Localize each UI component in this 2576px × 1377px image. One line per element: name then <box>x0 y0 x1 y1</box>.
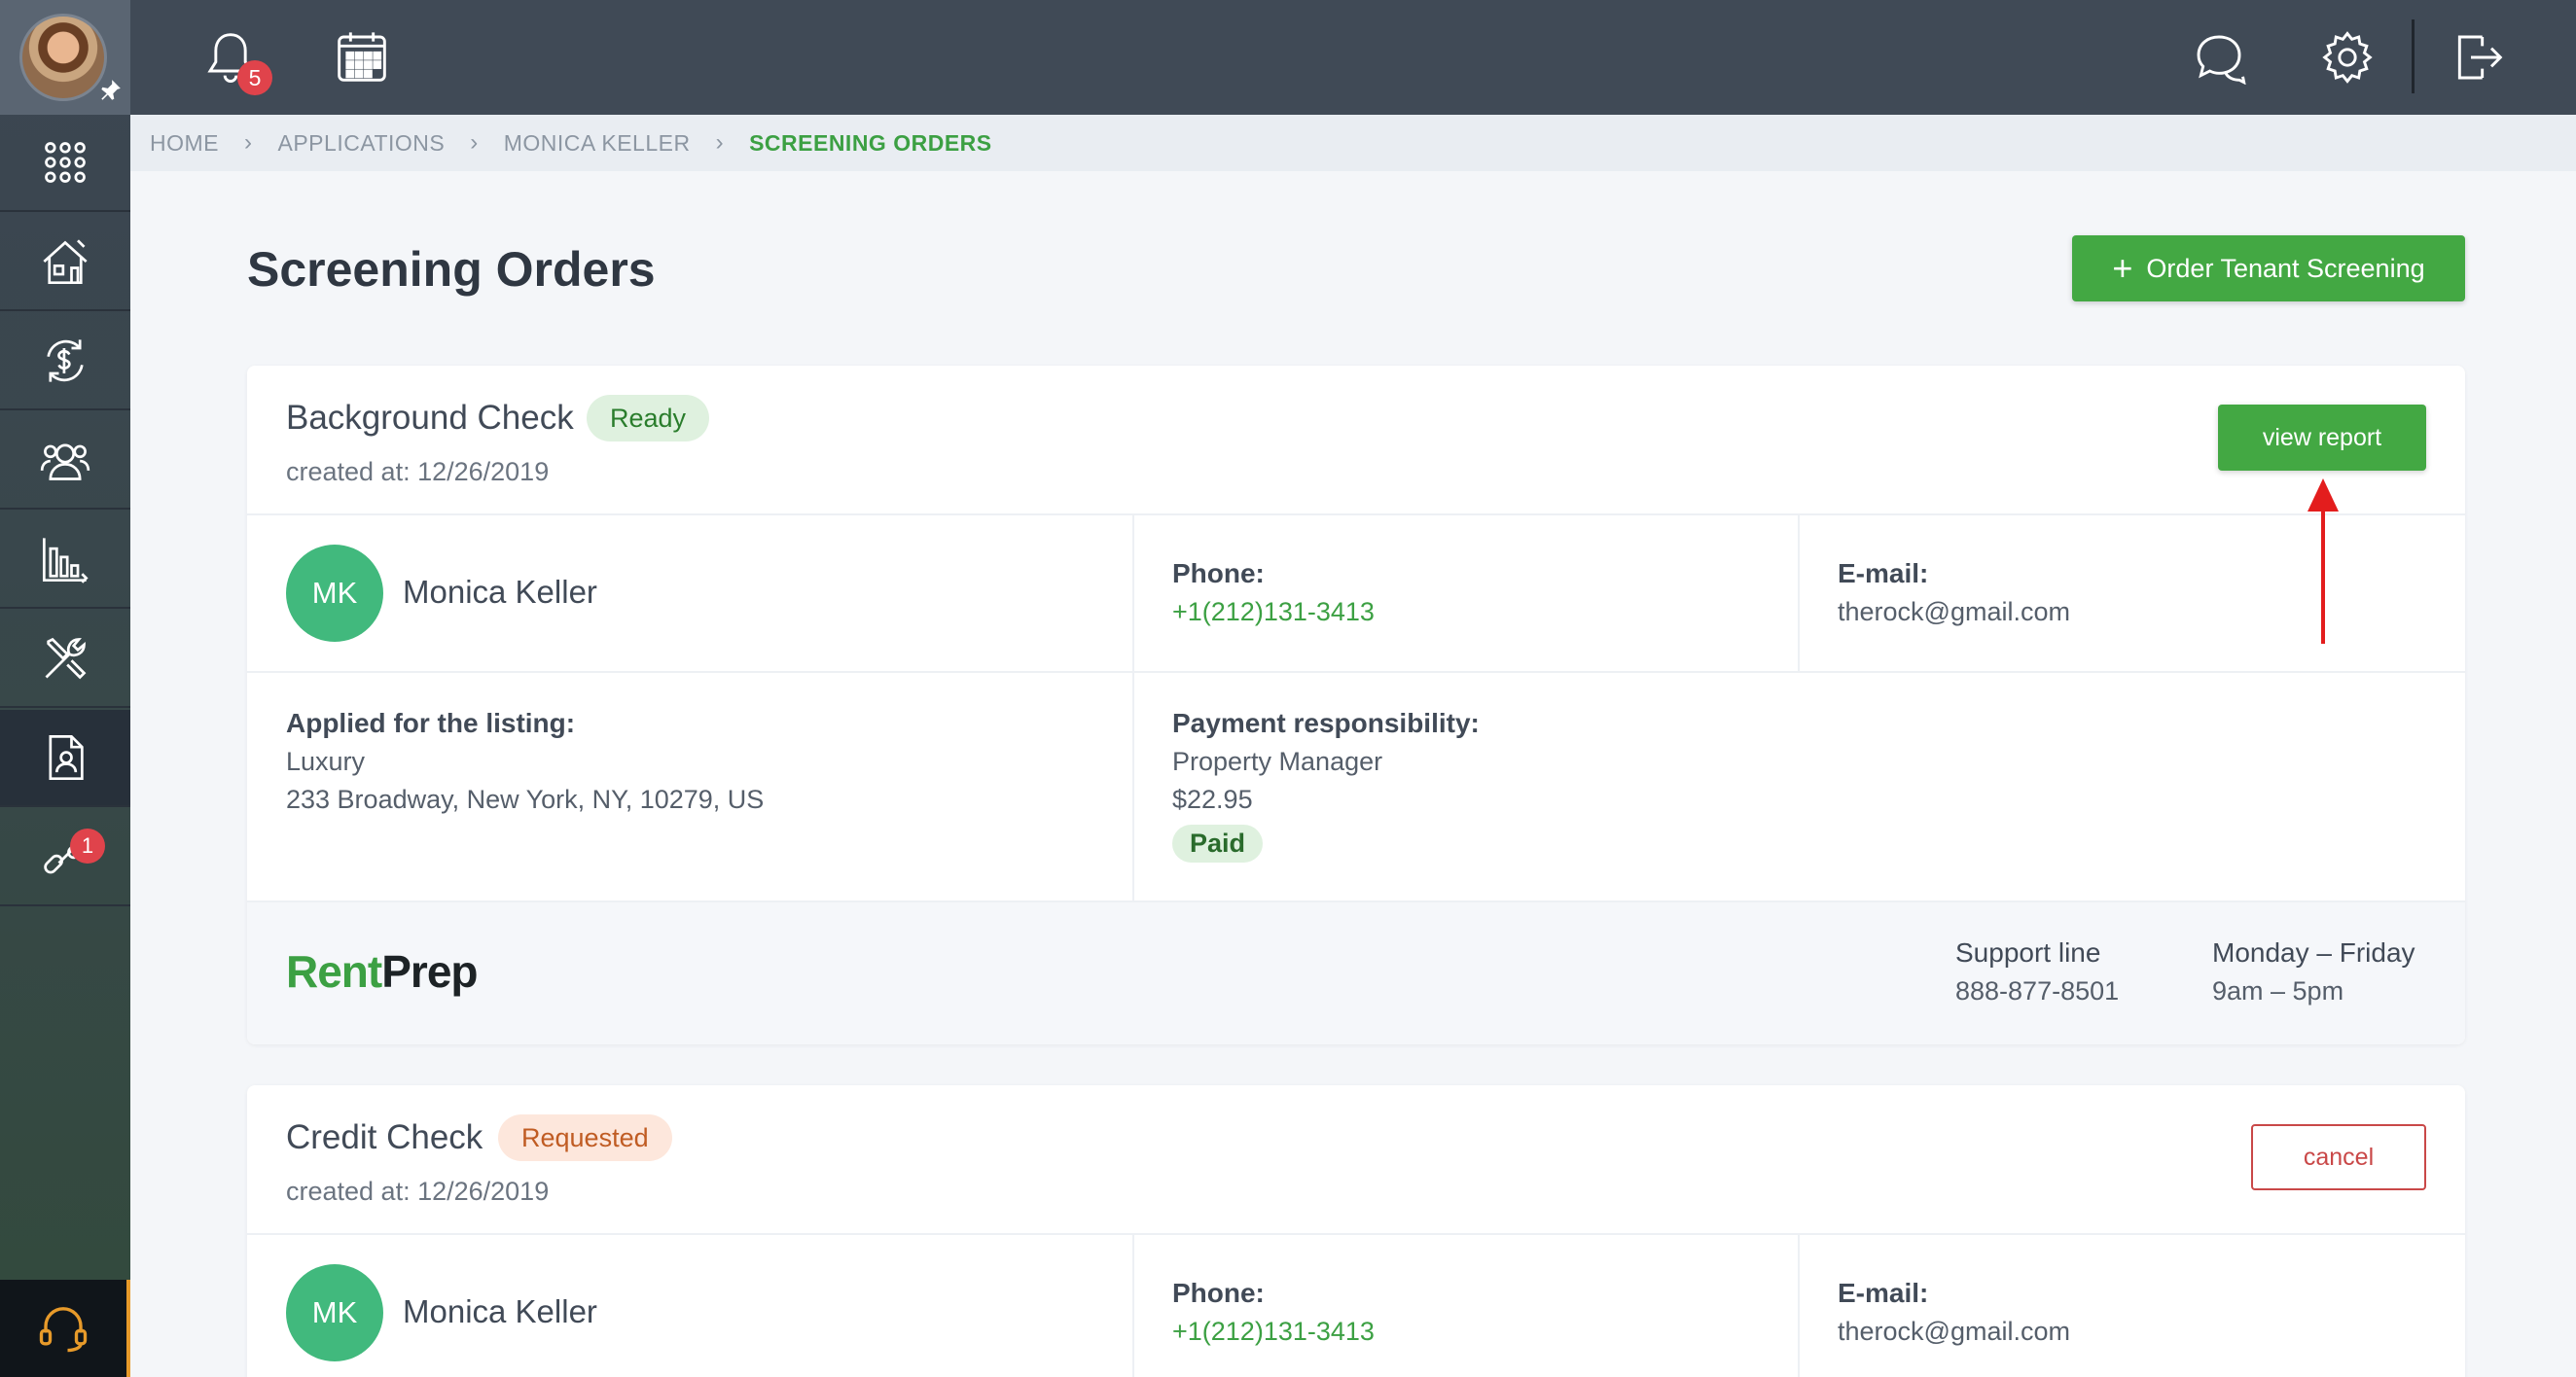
contact-row: MK Monica Keller Phone: +1(212)131-3413 … <box>247 515 2465 673</box>
breadcrumb-home[interactable]: HOME <box>150 130 219 157</box>
phone-block: Phone: +1(212)131-3413 <box>1172 1278 1375 1377</box>
divider <box>1132 1235 1134 1377</box>
applicant-document-icon <box>49 734 84 781</box>
status-badge: Ready <box>587 395 710 441</box>
top-bar: 5 <box>130 0 2576 115</box>
view-report-button[interactable]: view report <box>2218 405 2426 471</box>
divider <box>1132 673 1134 900</box>
calendar-icon <box>338 32 386 82</box>
tools-icon <box>45 637 87 680</box>
email-value: therock@gmail.com <box>1838 597 2070 626</box>
settings-button[interactable] <box>2313 23 2381 91</box>
email-block: E-mail: therock@gmail.com <box>1838 1278 2070 1377</box>
email-label: E-mail: <box>1838 1278 1929 1308</box>
hours-value: 9am – 5pm <box>2212 976 2344 1006</box>
house-icon <box>43 239 88 285</box>
notifications-badge: 5 <box>237 60 272 95</box>
divider <box>1798 1235 1800 1377</box>
divider <box>1132 515 1134 671</box>
sidebar-item-properties[interactable] <box>0 214 130 311</box>
order-title: Background Check <box>286 399 574 437</box>
email-label: E-mail: <box>1838 558 1929 588</box>
headset-icon <box>39 1307 88 1353</box>
applicant-name: Monica Keller <box>403 1293 597 1329</box>
hours-block: Monday – Friday 9am – 5pm <box>2212 937 2415 1044</box>
payment-party: Property Manager <box>1172 747 1383 776</box>
hours-label: Monday – Friday <box>2212 937 2415 968</box>
topbar-divider <box>2412 19 2415 93</box>
phone-link[interactable]: +1(212)131-3413 <box>1172 597 1375 627</box>
phone-label: Phone: <box>1172 1278 1265 1308</box>
payment-label: Payment responsibility: <box>1172 708 1480 738</box>
phone-label: Phone: <box>1172 558 1265 588</box>
listing-block: Applied for the listing: Luxury 233 Broa… <box>286 708 764 936</box>
bar-chart-icon <box>42 538 89 583</box>
plus-icon: + <box>2112 248 2133 288</box>
annotation-arrow <box>2308 478 2339 644</box>
sidebar-item-reports[interactable] <box>0 512 130 609</box>
order-tenant-screening-button[interactable]: + Order Tenant Screening <box>2072 235 2465 301</box>
created-date: created at: 12/26/2019 <box>286 1177 550 1206</box>
chevron-right-icon: › <box>715 129 725 156</box>
order-title: Credit Check <box>286 1118 483 1156</box>
rentprep-logo: RentPrep <box>286 946 479 997</box>
order-button-label: Order Tenant Screening <box>2146 253 2425 283</box>
listing-row: Applied for the listing: Luxury 233 Broa… <box>247 673 2465 902</box>
divider <box>1798 515 1800 671</box>
support-label: Support line <box>1955 937 2101 968</box>
gear-icon <box>2322 31 2373 84</box>
payment-status-badge: Paid <box>1172 825 1264 863</box>
email-value: therock@gmail.com <box>1838 1317 2070 1346</box>
user-menu[interactable] <box>0 0 130 115</box>
dollar-cycle-icon <box>47 339 84 382</box>
chat-button[interactable] <box>2185 23 2253 91</box>
breadcrumb-applicant[interactable]: MONICA KELLER <box>504 130 691 157</box>
credit-check-card: Credit Check Requested created at: 12/26… <box>247 1085 2465 1377</box>
chevron-right-icon: › <box>244 129 253 156</box>
people-icon <box>40 443 90 480</box>
phone-link[interactable]: +1(212)131-3413 <box>1172 1317 1375 1347</box>
listing-address: 233 Broadway, New York, NY, 10279, US <box>286 785 765 814</box>
integrations-badge: 1 <box>70 829 105 864</box>
avatar: MK <box>286 545 383 642</box>
sidebar-item-integrations[interactable]: 1 <box>0 809 130 906</box>
logout-button[interactable] <box>2444 23 2512 91</box>
created-date: created at: 12/26/2019 <box>286 457 550 486</box>
support-block: Support line 888-877-8501 <box>1955 937 2119 1044</box>
applicant-name: Monica Keller <box>403 574 597 610</box>
notifications-button[interactable]: 5 <box>197 23 272 95</box>
breadcrumb-current: SCREENING ORDERS <box>749 129 992 156</box>
sidebar-item-people[interactable] <box>0 412 130 510</box>
breadcrumb-applications[interactable]: APPLICATIONS <box>278 130 446 157</box>
cancel-order-button[interactable]: cancel <box>2251 1124 2426 1190</box>
sidebar-item-accounting[interactable] <box>0 313 130 410</box>
avatar[interactable] <box>19 14 107 101</box>
background-check-card: Background Check Ready created at: 12/26… <box>247 366 2465 1044</box>
support-phone: 888-877-8501 <box>1955 976 2120 1006</box>
logout-icon <box>2457 35 2503 80</box>
payment-amount: $22.95 <box>1172 785 1253 814</box>
chat-icon <box>2197 35 2246 85</box>
card-header: Credit Check Requested created at: 12/26… <box>247 1085 2465 1235</box>
sidebar-item-apps[interactable] <box>0 115 130 212</box>
sidebar: 1 <box>0 0 130 1377</box>
status-badge: Requested <box>498 1114 672 1161</box>
listing-name: Luxury <box>286 747 366 776</box>
pin-icon[interactable] <box>97 78 123 103</box>
calendar-button[interactable] <box>328 23 396 91</box>
grid-dots-icon <box>45 142 86 183</box>
support-button[interactable] <box>0 1280 130 1377</box>
page-title: Screening Orders <box>247 242 656 297</box>
provider-footer: RentPrep Support line 888-877-8501 Monda… <box>247 902 2465 1044</box>
sidebar-item-applications[interactable] <box>0 710 130 807</box>
breadcrumb: HOME › APPLICATIONS › MONICA KELLER › SC… <box>130 115 2576 171</box>
sidebar-item-maintenance[interactable] <box>0 611 130 708</box>
chevron-right-icon: › <box>470 129 479 156</box>
contact-row: MK Monica Keller Phone: +1(212)131-3413 … <box>247 1235 2465 1377</box>
card-header: Background Check Ready created at: 12/26… <box>247 366 2465 515</box>
avatar: MK <box>286 1264 383 1361</box>
payment-block: Payment responsibility: Property Manager… <box>1172 708 1480 936</box>
listing-label: Applied for the listing: <box>286 708 576 738</box>
